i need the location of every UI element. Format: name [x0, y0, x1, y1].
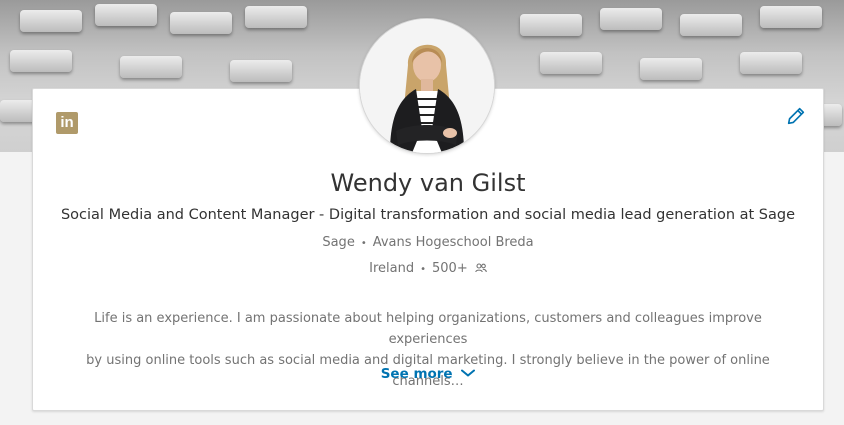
separator-dot: •: [360, 238, 367, 249]
separator-dot: •: [420, 264, 426, 275]
banner-keyboard-key: [95, 4, 157, 26]
profile-connections[interactable]: 500+: [432, 261, 468, 276]
profile-company[interactable]: Sage: [322, 235, 354, 250]
banner-keyboard-key: [170, 12, 232, 34]
see-more-label: See more: [380, 366, 453, 382]
see-more-button[interactable]: See more: [33, 366, 823, 382]
profile-school[interactable]: Avans Hogeschool Breda: [373, 235, 534, 250]
banner-keyboard-key: [640, 58, 702, 80]
banner-keyboard-key: [20, 10, 82, 32]
profile-location: Ireland: [369, 261, 415, 276]
banner-keyboard-key: [120, 56, 182, 78]
profile-experience-line: Sage • Avans Hogeschool Breda: [33, 235, 823, 250]
profile-photo: [360, 19, 494, 153]
profile-name: Wendy van Gilst: [330, 169, 526, 197]
banner-keyboard-key: [760, 6, 822, 28]
banner-keyboard-key: [740, 52, 802, 74]
banner-keyboard-key: [540, 52, 602, 74]
profile-photo-avatar[interactable]: [359, 18, 495, 154]
profile-location-line: Ireland • 500+: [33, 261, 823, 276]
summary-line: Life is an experience. I am passionate a…: [94, 311, 762, 347]
banner-keyboard-key: [520, 14, 582, 36]
people-icon: [475, 263, 487, 273]
chevron-down-icon: [461, 369, 476, 377]
pencil-icon[interactable]: [785, 105, 807, 127]
banner-keyboard-key: [230, 60, 292, 82]
banner-keyboard-key: [10, 50, 72, 72]
banner-keyboard-key: [680, 14, 742, 36]
banner-keyboard-key: [600, 8, 662, 30]
linkedin-logo-icon: in: [56, 112, 78, 134]
profile-headline: Social Media and Content Manager - Digit…: [60, 207, 796, 223]
banner-keyboard-key: [245, 6, 307, 28]
